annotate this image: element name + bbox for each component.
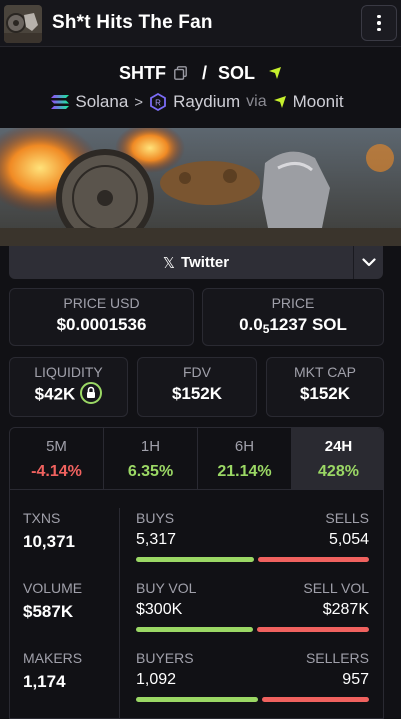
chevron-down-icon — [361, 258, 376, 267]
tab-label: 24H — [324, 438, 353, 455]
solana-icon — [51, 95, 70, 109]
tab-6h[interactable]: 6H 21.14% — [198, 428, 292, 489]
pair-heading: SHTF / SOL — [0, 62, 401, 84]
token-avatar — [4, 5, 42, 43]
liquidity-label: LIQUIDITY — [34, 364, 103, 380]
sell-label: SELL VOL — [303, 580, 369, 596]
sell-ratio-bar — [262, 697, 369, 702]
liquidity-value: $42K — [34, 384, 76, 404]
twitter-label: Twitter — [181, 254, 230, 271]
moonit-icon — [269, 67, 282, 80]
mktcap-label: MKT CAP — [294, 364, 356, 380]
svg-text:R: R — [155, 99, 161, 108]
tab-label: 6H — [234, 438, 255, 455]
base-symbol: SHTF — [118, 62, 166, 83]
tab-change: -4.14% — [31, 463, 82, 480]
liquidity-card: LIQUIDITY $42K — [9, 357, 128, 417]
price-native-value: 0.051237 SOL — [239, 315, 347, 336]
launchpad-name[interactable]: Moonit — [293, 92, 344, 112]
fdv-card: FDV $152K — [137, 357, 257, 417]
metric-label: VOLUME — [23, 580, 83, 596]
makers-row: MAKERS 1,174 BUYERS SELLERS 1,092 957 — [10, 650, 383, 718]
metric-label: MAKERS — [23, 650, 83, 666]
price-native-label: PRICE — [271, 295, 315, 311]
chain-breadcrumb: Solana > R Raydium via Moonit — [0, 92, 401, 112]
buy-label: BUYS — [136, 510, 175, 526]
tab-change: 21.14% — [217, 463, 272, 480]
metric-value: 1,174 — [23, 672, 66, 691]
buy-ratio-bar — [136, 697, 259, 702]
buy-value: 1,092 — [136, 671, 177, 688]
buy-value: 5,317 — [136, 531, 177, 548]
volume-row: VOLUME $587K BUY VOL SELL VOL $300K $287… — [10, 580, 383, 650]
buy-value: $300K — [136, 601, 183, 618]
quote-symbol: SOL — [218, 62, 256, 83]
header-bar: Sh*t Hits The Fan — [0, 0, 401, 47]
buy-ratio-bar — [136, 627, 254, 632]
tab-1h[interactable]: 1H 6.35% — [104, 428, 198, 489]
token-banner-image — [0, 128, 401, 246]
sell-ratio-bar — [257, 557, 369, 562]
tab-24h[interactable]: 24H 428% — [292, 428, 383, 489]
chevron-right-icon: > — [134, 93, 144, 111]
sell-label: SELLERS — [305, 650, 369, 666]
tab-label: 1H — [140, 438, 161, 455]
sell-ratio-bar — [257, 627, 369, 632]
mktcap-card: MKT CAP $152K — [266, 357, 384, 417]
sell-value: 5,054 — [328, 531, 369, 548]
mktcap-value: $152K — [299, 384, 351, 403]
via-label: via — [246, 93, 267, 110]
moonit-icon — [273, 96, 286, 108]
fdv-label: FDV — [183, 364, 211, 380]
tab-5m[interactable]: 5M -4.14% — [10, 428, 104, 489]
price-usd-label: PRICE USD — [63, 295, 140, 311]
buy-label: BUYERS — [136, 650, 194, 666]
txns-row: TXNS 10,371 BUYS SELLS 5,317 5,054 — [10, 510, 383, 580]
x-logo-icon: 𝕏 — [162, 254, 176, 272]
twitter-link-button[interactable]: 𝕏 Twitter — [9, 246, 383, 279]
more-vertical-icon — [377, 14, 381, 32]
buy-ratio-bar — [136, 557, 254, 562]
liquidity-row: $42K — [10, 382, 127, 406]
chain-network[interactable]: Solana — [75, 92, 128, 112]
socials-expand-button[interactable] — [353, 246, 383, 279]
price-native-card: PRICE 0.051237 SOL — [202, 288, 384, 346]
fdv-value: $152K — [171, 384, 223, 403]
tab-change: 428% — [318, 463, 359, 480]
sell-value: $287K — [322, 601, 369, 618]
metric-label: TXNS — [23, 510, 61, 526]
pair-separator: / — [201, 62, 207, 83]
metric-value: $587K — [23, 602, 74, 621]
raydium-icon: R — [150, 93, 166, 111]
lock-icon[interactable] — [80, 382, 103, 404]
trading-stats-panel: 5M -4.14% 1H 6.35% 6H 21.14% 24H 428% TX… — [9, 427, 384, 719]
price-usd-card: PRICE USD $0.0001536 — [9, 288, 194, 346]
copy-icon[interactable] — [174, 66, 187, 81]
buy-label: BUY VOL — [136, 580, 197, 596]
sell-value: 957 — [342, 671, 369, 688]
tab-change: 6.35% — [127, 463, 174, 480]
price-usd-value: $0.0001536 — [56, 315, 147, 334]
token-title: Sh*t Hits The Fan — [52, 12, 213, 33]
more-menu-button[interactable] — [361, 5, 397, 41]
timeframe-tabs: 5M -4.14% 1H 6.35% 6H 21.14% 24H 428% — [10, 428, 383, 490]
metric-value: 10,371 — [23, 532, 75, 551]
dex-name[interactable]: Raydium — [173, 92, 240, 112]
tab-label: 5M — [46, 438, 67, 455]
sell-label: SELLS — [325, 510, 369, 526]
